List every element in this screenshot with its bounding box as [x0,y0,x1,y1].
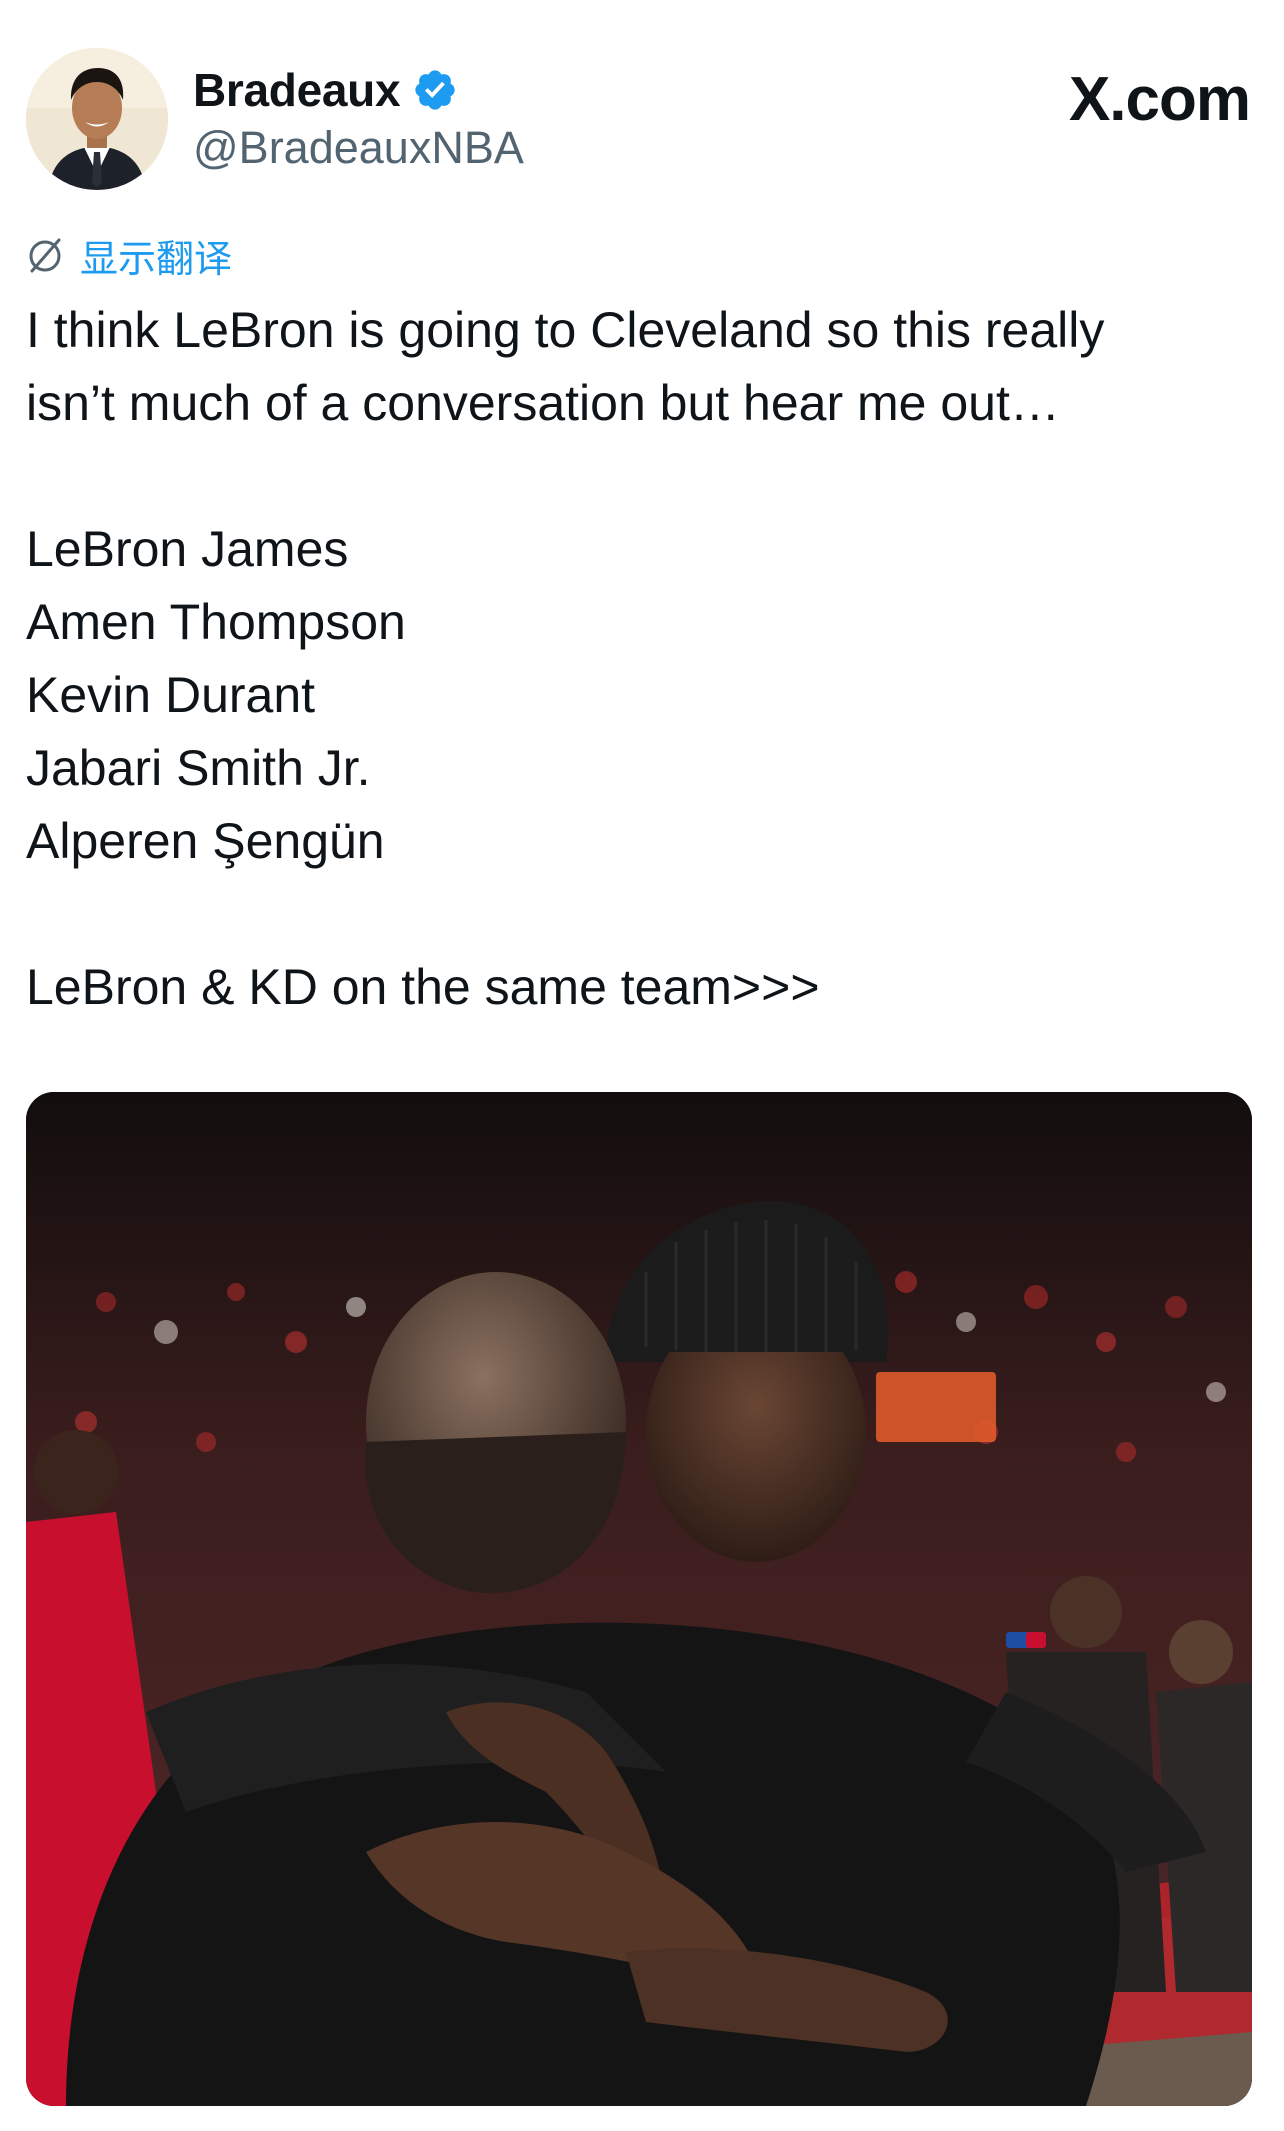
photo-two-men-embracing-icon [26,1092,1252,2106]
tweet-intro-line-2: isn’t much of a conversation but hear me… [26,375,1060,431]
paragraph-break [26,440,1246,513]
lineup-player: Kevin Durant [26,667,316,723]
author-display-name[interactable]: Bradeaux [193,63,401,117]
lineup-player: Amen Thompson [26,594,406,650]
author-avatar[interactable] [26,48,168,190]
tweet-header: Bradeaux @BradeauxNBA X.com [26,48,1258,192]
tweet-intro-line-1: I think LeBron is going to Cleveland so … [26,302,1105,358]
paragraph-break [26,878,1246,951]
lineup-player: Alperen Şengün [26,813,385,869]
author-handle[interactable]: @BradeauxNBA [193,122,524,174]
lineup-player: LeBron James [26,521,349,577]
profile-photo-icon [26,48,168,190]
translate-globe-icon [29,238,61,273]
brand-logo: X.com [1068,65,1251,134]
tweet-media-photo[interactable] [26,1092,1252,2106]
verified-badge-icon [415,70,455,110]
tweet-text: I think LeBron is going to Cleveland so … [26,294,1246,1024]
author-name-row: Bradeaux [193,62,458,118]
show-translation-label: 显示翻译 [80,236,233,281]
lineup-player: Jabari Smith Jr. [26,740,371,796]
show-translation-button[interactable]: 显示翻译 [26,230,233,281]
tweet-closing-line: LeBron & KD on the same team>>> [26,959,820,1015]
